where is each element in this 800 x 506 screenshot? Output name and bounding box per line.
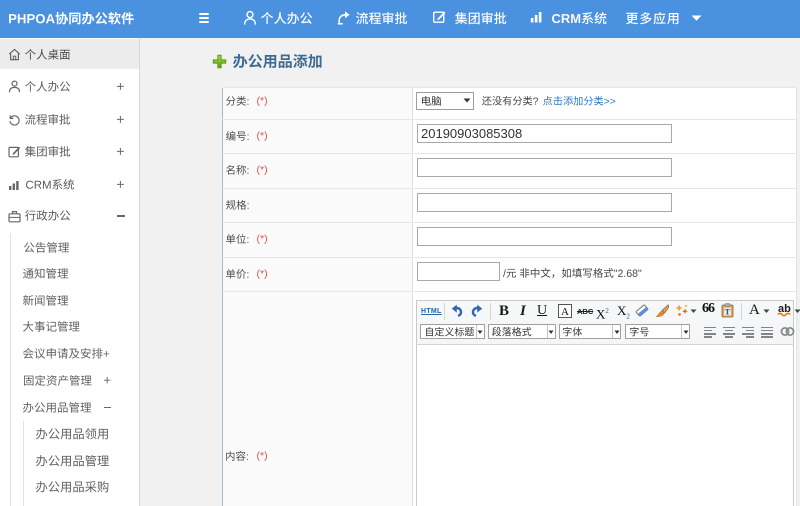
svg-text:A: A — [561, 306, 569, 318]
svg-text:T: T — [725, 307, 731, 317]
